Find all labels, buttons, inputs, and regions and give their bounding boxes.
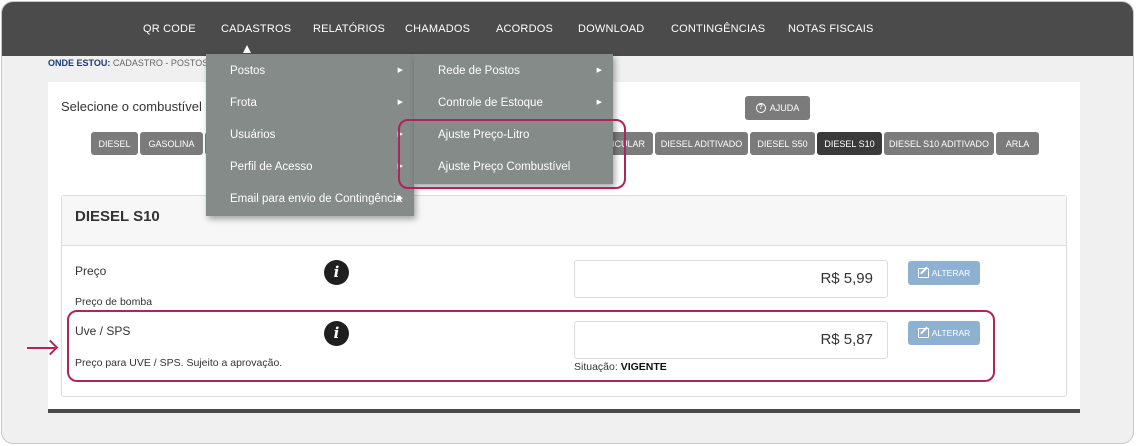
price-description: Preço de bomba bbox=[75, 296, 153, 308]
nav-chamados[interactable]: CHAMADOS bbox=[405, 23, 470, 35]
breadcrumb-label: ONDE ESTOU: bbox=[48, 58, 111, 68]
fuel-button-diesel-s50[interactable]: DIESEL S50 bbox=[750, 132, 815, 155]
fuel-button-diesel-s10[interactable]: DIESEL S10 bbox=[817, 132, 882, 155]
chevron-right-icon: ▶ bbox=[596, 67, 602, 74]
menu-item-postos[interactable]: Postos ▶ bbox=[206, 55, 414, 87]
chevron-right-icon: ▶ bbox=[397, 67, 403, 74]
alter-button-label: ALTERAR bbox=[931, 268, 971, 278]
highlight-ajuste-options bbox=[398, 119, 626, 189]
fuel-button-gasolina[interactable]: GASOLINA bbox=[140, 132, 203, 155]
menu-item-label: Postos bbox=[230, 65, 266, 77]
breadcrumb-path: CADASTRO - POSTOS bbox=[112, 58, 209, 68]
menu-item-usuarios[interactable]: Usuários ▶ bbox=[206, 119, 414, 151]
nav-qr-code[interactable]: QR CODE bbox=[143, 23, 196, 35]
alter-price-button[interactable]: ALTERAR bbox=[908, 261, 980, 285]
fuel-button-diesel-s10-aditivado[interactable]: DIESEL S10 ADITIVADO bbox=[884, 132, 994, 155]
menu-item-label: Frota bbox=[230, 97, 257, 109]
menu-item-label: Controle de Estoque bbox=[438, 97, 543, 109]
breadcrumb: ONDE ESTOU: CADASTRO - POSTOS bbox=[48, 58, 208, 68]
nav-acordos[interactable]: ACORDOS bbox=[496, 23, 553, 35]
nav-contingencias[interactable]: CONTINGÊNCIAS bbox=[671, 23, 765, 35]
menu-item-label: Email para envio de Contingência bbox=[230, 193, 402, 205]
cadastros-dropdown-menu: Postos ▶ Frota ▶ Usuários ▶ Perfil de Ac… bbox=[206, 54, 414, 216]
arrow-right-icon bbox=[27, 347, 55, 349]
help-button[interactable]: ? AJUDA bbox=[745, 96, 810, 120]
menu-item-label: Usuários bbox=[230, 129, 276, 141]
nav-download[interactable]: DOWNLOAD bbox=[578, 23, 644, 35]
chevron-right-icon: ▶ bbox=[596, 99, 602, 106]
price-value: R$ 5,99 bbox=[574, 260, 888, 298]
app-window: QR CODE CADASTROS RELATÓRIOS CHAMADOS AC… bbox=[1, 1, 1134, 444]
help-icon: ? bbox=[755, 103, 766, 113]
nav-notas-fiscais[interactable]: NOTAS FISCAIS bbox=[788, 23, 874, 35]
price-card-title: DIESEL S10 bbox=[75, 208, 160, 225]
menu-item-email-contingencia[interactable]: Email para envio de Contingência ▶ bbox=[206, 183, 414, 215]
chevron-right-icon: ▶ bbox=[397, 99, 403, 106]
menu-item-frota[interactable]: Frota ▶ bbox=[206, 87, 414, 119]
menu-item-controle-de-estoque[interactable]: Controle de Estoque ▶ bbox=[414, 87, 613, 119]
nav-cadastros[interactable]: CADASTROS bbox=[221, 23, 291, 35]
menu-item-perfil-de-acesso[interactable]: Perfil de Acesso ▶ bbox=[206, 151, 414, 183]
menu-item-label: Perfil de Acesso bbox=[230, 161, 313, 173]
fuel-button-arla[interactable]: ARLA bbox=[996, 132, 1039, 155]
fuel-select-label: Selecione o combustível c bbox=[61, 99, 213, 114]
chevron-right-icon: ▶ bbox=[397, 195, 403, 202]
highlight-uve-sps-row bbox=[67, 310, 995, 382]
menu-item-rede-de-postos[interactable]: Rede de Postos ▶ bbox=[414, 55, 613, 87]
bottom-divider bbox=[48, 409, 1080, 413]
fuel-button-diesel-aditivado[interactable]: DIESEL ADITIVADO bbox=[655, 132, 748, 155]
info-icon[interactable]: i bbox=[324, 260, 349, 285]
fuel-button-diesel[interactable]: DIESEL bbox=[91, 132, 138, 155]
menu-caret-icon bbox=[243, 45, 251, 53]
menu-item-label: Rede de Postos bbox=[438, 65, 520, 77]
help-button-label: AJUDA bbox=[769, 103, 800, 113]
nav-relatorios[interactable]: RELATÓRIOS bbox=[313, 23, 385, 35]
price-label: Preço bbox=[75, 264, 107, 278]
top-navigation: QR CODE CADASTROS RELATÓRIOS CHAMADOS AC… bbox=[2, 2, 1133, 56]
edit-icon bbox=[917, 268, 929, 278]
